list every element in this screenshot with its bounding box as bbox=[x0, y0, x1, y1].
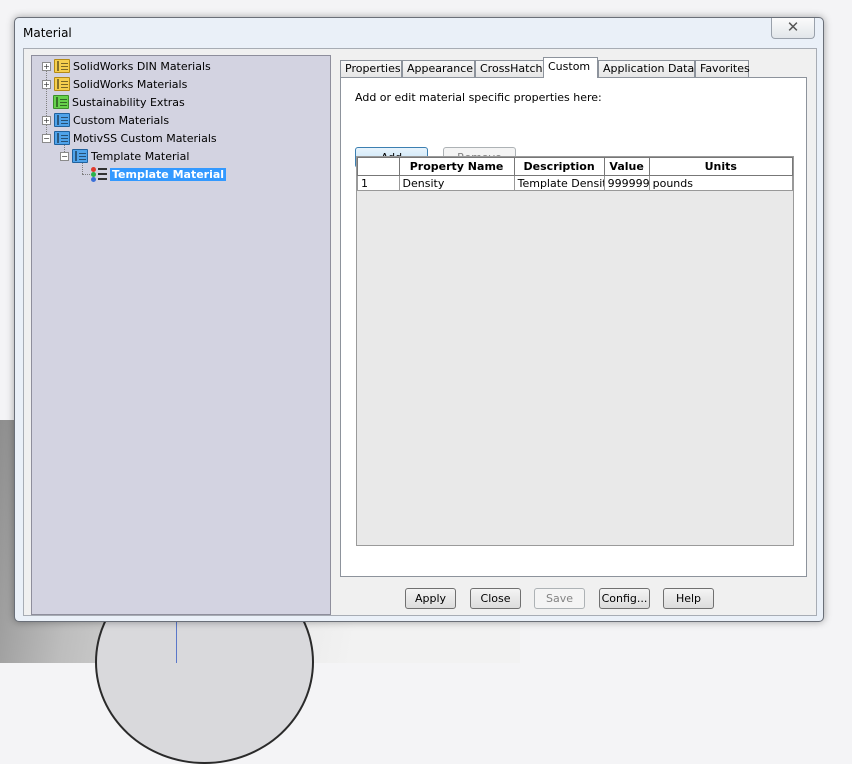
material-dialog: Material ✕ + SolidWorks DIN Materials + … bbox=[14, 17, 824, 622]
expand-icon[interactable]: + bbox=[42, 115, 51, 125]
column-header-property-name[interactable]: Property Name bbox=[398, 157, 515, 176]
blue-book-icon bbox=[54, 131, 70, 145]
tab-custom[interactable]: Custom bbox=[543, 57, 598, 78]
tree-item-solidworks-materials[interactable]: + SolidWorks Materials bbox=[42, 76, 187, 92]
background-axis-line bbox=[176, 622, 177, 663]
close-button[interactable]: Close bbox=[470, 588, 521, 609]
blue-book-icon bbox=[72, 149, 88, 163]
tree-item-label: Template Material bbox=[91, 149, 190, 163]
tree-item-label: SolidWorks DIN Materials bbox=[73, 59, 211, 73]
tab-appearance[interactable]: Appearance bbox=[402, 60, 475, 77]
tree-item-sustainability-extras[interactable]: Sustainability Extras bbox=[53, 94, 185, 110]
blue-book-icon bbox=[54, 113, 70, 127]
tree-item-label: MotivSS Custom Materials bbox=[73, 131, 217, 145]
collapse-icon[interactable]: − bbox=[42, 133, 51, 143]
title-bar[interactable]: Material ✕ bbox=[15, 18, 823, 48]
apply-button[interactable]: Apply bbox=[405, 588, 456, 609]
column-header-index[interactable] bbox=[357, 157, 400, 176]
tree-item-template-material-folder[interactable]: − Template Material bbox=[60, 148, 189, 164]
tree-guide-line bbox=[82, 174, 90, 175]
column-header-value[interactable]: Value bbox=[603, 157, 650, 176]
dialog-title: Material bbox=[23, 26, 72, 40]
expand-icon[interactable]: + bbox=[42, 79, 51, 89]
tree-item-label: SolidWorks Materials bbox=[73, 77, 188, 91]
close-icon: ✕ bbox=[786, 18, 800, 36]
material-tree[interactable]: + SolidWorks DIN Materials + SolidWorks … bbox=[31, 55, 331, 615]
save-button[interactable]: Save bbox=[534, 588, 585, 609]
column-header-units[interactable]: Units bbox=[648, 157, 793, 176]
cell-description[interactable]: Template Densit bbox=[513, 175, 605, 191]
cell-index[interactable]: 1 bbox=[357, 175, 400, 191]
custom-hint-text: Add or edit material specific properties… bbox=[355, 91, 602, 104]
green-book-icon bbox=[53, 95, 69, 109]
tree-item-motivss-custom-materials[interactable]: − MotivSS Custom Materials bbox=[42, 130, 217, 146]
collapse-icon[interactable]: − bbox=[60, 151, 69, 161]
cell-value[interactable]: 999999 bbox=[603, 175, 650, 191]
column-header-description[interactable]: Description bbox=[513, 157, 605, 176]
cell-units[interactable]: pounds bbox=[648, 175, 793, 191]
tree-item-label: Sustainability Extras bbox=[72, 95, 185, 109]
tab-application-data[interactable]: Application Data bbox=[598, 60, 695, 77]
table-row[interactable]: 1 Density Template Densit 999999 pounds bbox=[357, 175, 793, 191]
tree-item-custom-materials[interactable]: + Custom Materials bbox=[42, 112, 169, 128]
yellow-book-icon bbox=[54, 59, 70, 73]
tree-item-label: Custom Materials bbox=[73, 113, 170, 127]
table-header-row: Property Name Description Value Units bbox=[357, 157, 793, 176]
dialog-client: + SolidWorks DIN Materials + SolidWorks … bbox=[23, 48, 817, 616]
tab-crosshatch[interactable]: CrossHatch bbox=[475, 60, 544, 77]
config-button[interactable]: Config... bbox=[599, 588, 650, 609]
material-icon bbox=[90, 166, 108, 182]
close-window-button[interactable]: ✕ bbox=[771, 18, 815, 39]
custom-properties-grid[interactable]: Property Name Description Value Units 1 … bbox=[356, 156, 794, 546]
tree-item-template-material[interactable]: Template Material bbox=[90, 166, 227, 182]
expand-icon[interactable]: + bbox=[42, 61, 51, 71]
tab-properties[interactable]: Properties bbox=[340, 60, 402, 77]
cell-property-name[interactable]: Density bbox=[398, 175, 515, 191]
custom-tab-panel: Add or edit material specific properties… bbox=[340, 77, 807, 577]
tab-favorites[interactable]: Favorites bbox=[695, 60, 750, 77]
help-button[interactable]: Help bbox=[663, 588, 714, 609]
custom-properties-table: Property Name Description Value Units 1 … bbox=[357, 157, 793, 191]
tree-item-label-selected: Template Material bbox=[110, 167, 227, 181]
tree-item-solidworks-din-materials[interactable]: + SolidWorks DIN Materials bbox=[42, 58, 211, 74]
yellow-book-icon bbox=[54, 77, 70, 91]
